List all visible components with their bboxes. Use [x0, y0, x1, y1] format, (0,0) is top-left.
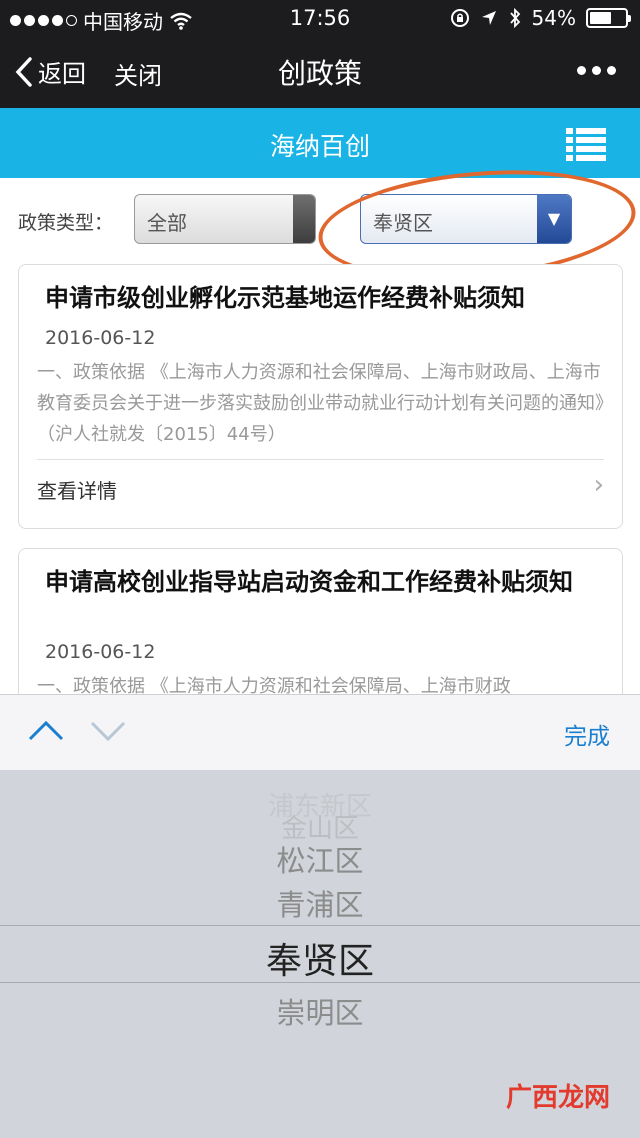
previous-field-icon[interactable]	[26, 717, 66, 745]
policy-title[interactable]: 申请高校创业指导站启动资金和工作经费补贴须知	[45, 567, 602, 597]
policy-type-value: 全部	[147, 211, 187, 235]
policy-type-label: 政策类型：	[18, 212, 114, 234]
picker-toolbar: 完成	[0, 694, 640, 770]
policy-title[interactable]: 申请市级创业孵化示范基地运作经费补贴须知	[45, 283, 602, 313]
chevron-right-icon[interactable]: ›	[594, 470, 604, 500]
dropdown-arrow-icon	[293, 195, 315, 243]
nav-bar: 返回 关闭 创政策	[0, 36, 640, 108]
policy-date: 2016-06-12	[45, 327, 156, 349]
next-field-icon[interactable]	[88, 717, 128, 745]
district-picker-wheel[interactable]: 浦东新区 金山区 松江区 青浦区 奉贤区 崇明区 广西龙网	[0, 770, 640, 1138]
policy-card[interactable]: 申请市级创业孵化示范基地运作经费补贴须知 2016-06-12 一、政策依据 《…	[18, 264, 623, 529]
nav-title: 创政策	[277, 57, 362, 90]
battery-icon	[586, 8, 631, 28]
selection-line-top	[0, 925, 640, 926]
picker-option[interactable]: 崇明区	[0, 990, 640, 1032]
site-title: 海纳百创	[269, 132, 370, 161]
picker-option[interactable]: 青浦区	[0, 882, 640, 924]
status-bar: 中国移动 17:56 54%	[0, 0, 640, 36]
site-header: 海纳百创	[0, 108, 640, 178]
rotation-lock-icon	[450, 9, 469, 27]
selection-line-bottom	[0, 982, 640, 983]
location-icon	[481, 11, 496, 25]
battery-percent: 54%	[531, 6, 576, 30]
policy-type-select[interactable]: 全部	[134, 194, 316, 244]
divider	[37, 459, 604, 460]
policy-summary: 一、政策依据 《上海市人力资源和社会保障局、上海市财政局、上海市教育委员会关于进…	[37, 362, 604, 445]
picker-option[interactable]: 松江区	[0, 838, 640, 880]
view-details-link[interactable]: 查看详情	[37, 475, 117, 504]
list-menu-icon[interactable]	[566, 126, 606, 162]
done-button[interactable]: 完成	[564, 717, 610, 751]
bluetooth-icon	[509, 7, 520, 29]
more-options-button[interactable]	[577, 66, 616, 75]
watermark-logo: 广西龙网	[505, 1083, 610, 1113]
policy-date: 2016-06-12	[45, 641, 156, 663]
picker-selected-option[interactable]: 奉贤区	[0, 932, 640, 984]
status-right: 54%	[450, 6, 631, 30]
